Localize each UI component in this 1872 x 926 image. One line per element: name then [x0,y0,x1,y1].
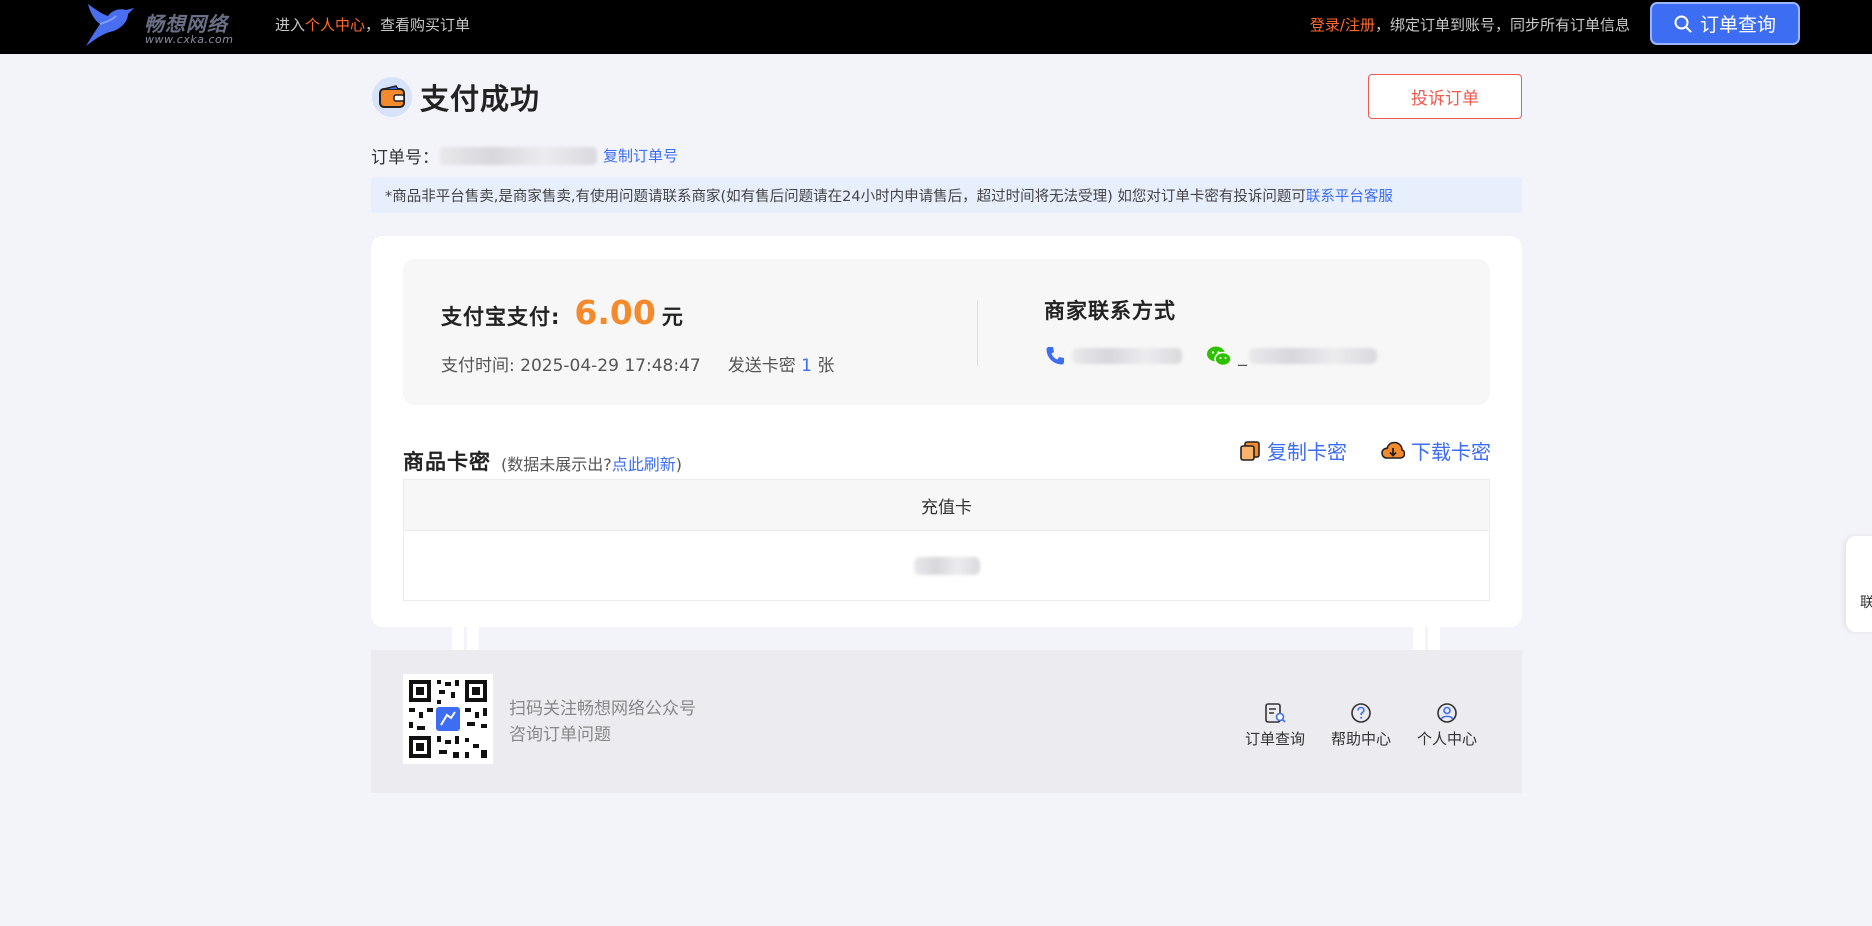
merchant-wechat-redacted [1249,348,1377,364]
help-icon [1351,703,1371,723]
login-hint: 登录/注册，绑定订单到账号，同步所有订单信息 [1309,16,1630,34]
merchant-contact-title: 商家联系方式 [1044,299,1176,323]
payment-method-label: 支付宝支付: [441,305,561,329]
card-code-redacted[interactable] [913,557,980,575]
logo-url: www.cxka.com [145,33,234,46]
card-count: 1 [801,356,812,376]
order-number-redacted [439,146,597,165]
user-icon [1437,703,1457,723]
site-logo[interactable]: 畅想网络 www.cxka.com [82,2,242,48]
personal-center-intro: 进入个人中心，查看购买订单 [275,16,471,34]
wallet-icon [372,77,412,117]
footer-panel: 扫码关注畅想网络公众号 咨询订单问题 订单查询 帮助中心 个人中心 [371,650,1522,793]
copy-icon [1240,440,1260,461]
copy-card-codes-button[interactable]: 复制卡密 [1239,436,1347,465]
personal-center-link[interactable]: 个人中心 [305,16,365,34]
complain-order-button[interactable]: 投诉订单 [1368,74,1522,119]
footer-qr-caption: 扫码关注畅想网络公众号 咨询订单问题 [509,699,696,745]
merchant-phone-redacted [1072,348,1182,364]
order-list-icon [1265,703,1286,723]
order-detail-card: 支付宝支付: 6.00 元 支付时间: 2025-04-29 17:48:47 … [371,236,1522,627]
footer-nav-order-query[interactable]: 订单查询 [1245,702,1305,749]
login-register-link[interactable]: 登录/注册 [1310,16,1375,34]
phone-icon [1046,347,1064,365]
payment-meta: 支付时间: 2025-04-29 17:48:47 发送卡密 1 张 [441,356,835,376]
card-codes-table: 充值卡 [403,479,1490,601]
table-header: 充值卡 [404,480,1489,531]
vertical-divider [977,300,978,366]
wechat-icon [1207,346,1232,367]
page-title: 支付成功 [420,82,541,116]
footer-nav-personal-center[interactable]: 个人中心 [1417,702,1477,749]
payment-amount-row: 支付宝支付: 6.00 元 [441,293,683,332]
top-navbar: 畅想网络 www.cxka.com 进入个人中心，查看购买订单 登录/注册，绑定… [0,0,1872,54]
copy-order-number-link[interactable]: 复制订单号 [603,145,678,166]
merchant-contact-row: _ [1044,345,1377,367]
order-query-button[interactable]: 订单查询 [1650,2,1800,45]
page-title-row: 支付成功 [372,76,540,118]
bird-logo-icon [86,4,134,46]
card-codes-title: 商品卡密 [403,450,491,474]
payment-summary-panel: 支付宝支付: 6.00 元 支付时间: 2025-04-29 17:48:47 … [403,259,1490,405]
payment-time: 2025-04-29 17:48:47 [520,356,701,376]
payment-amount: 6.00 [574,293,656,332]
after-sales-notice: *商品非平台售卖,是商家售卖,有使用问题请联系商家(如有售后问题请在24小时内申… [371,177,1522,213]
currency-unit: 元 [661,305,683,329]
qr-code [403,674,493,764]
footer-nav-help-center[interactable]: 帮助中心 [1331,702,1391,749]
download-card-codes-button[interactable]: 下载卡密 [1381,436,1491,465]
search-icon [1674,15,1692,32]
card-codes-hint: (数据未展示出?点此刷新) [501,455,683,474]
order-number-label: 订单号： [371,148,439,168]
order-number-row: 订单号： 复制订单号 [371,143,678,168]
side-contact-tab[interactable]: 联 [1846,536,1872,632]
contact-platform-support-link[interactable]: 联系平台客服 [1306,185,1393,206]
table-row [404,531,1489,601]
refresh-link[interactable]: 点此刷新 [612,455,676,474]
cloud-download-icon [1381,441,1405,459]
